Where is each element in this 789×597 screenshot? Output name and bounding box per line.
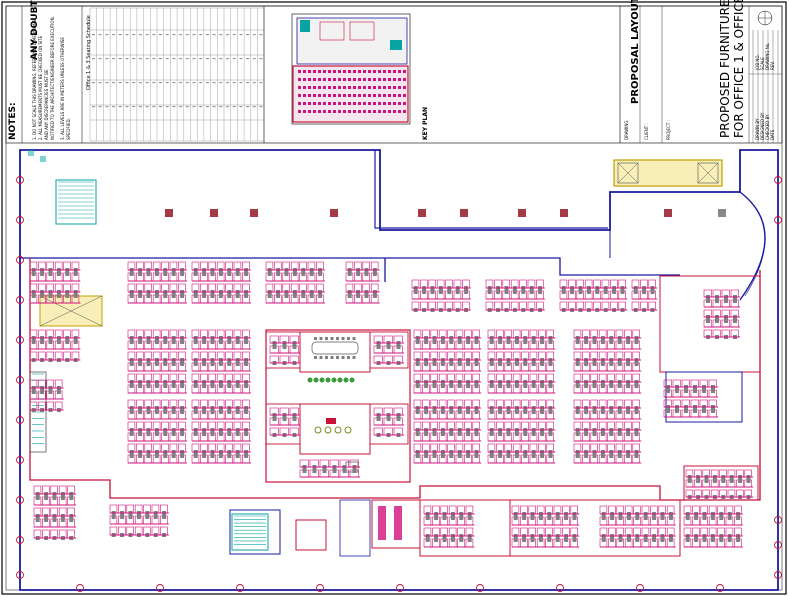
field-rev: REV. [770,61,775,70]
note-line-2: 2. ALL MEASUREMENTS MUST BE CHECKED ON S… [38,35,43,140]
project-title-line-1: PROPOSED FURNITURE LAYOUT [718,0,732,138]
project-label: PROJECT : [666,120,671,140]
lobby-curve [739,191,766,301]
note-line-5: 3. ALL LEVELS ARE IN METERS UNLESS OTHER… [60,37,65,140]
key-plan-label: KEY PLAN [422,106,429,140]
floor-plan-drawing [1,1,787,595]
note-line-4: NOTIFIED TO THE ARCHITECT/ENGINEER BEFOR… [50,16,55,140]
drawing-title: PROPOSAL LAYOUT [630,0,641,104]
conference-table [311,341,359,355]
note-line-1: 1. DO NOT SCALE THIS DRAWING, REFER ONLY… [32,18,37,140]
field-date: DATE [770,129,775,140]
note-line-6: SPECIFIED. [66,118,71,140]
note-line-3: AND ANY DISCREPANCIES MUST BE [44,69,49,140]
seating-schedule-table [89,7,265,142]
key-plan [291,13,411,125]
schedule-title: Office 1 & 3 Seating Schedule [86,15,92,90]
drawing-label: DRAWING [624,120,629,140]
project-title-line-2: FOR OFFICE 1 & OFFICE 3 [732,0,746,138]
client-label: CLIENT : [644,123,649,140]
notes-heading: NOTES: [8,102,18,140]
office-floor-plan [16,149,782,592]
